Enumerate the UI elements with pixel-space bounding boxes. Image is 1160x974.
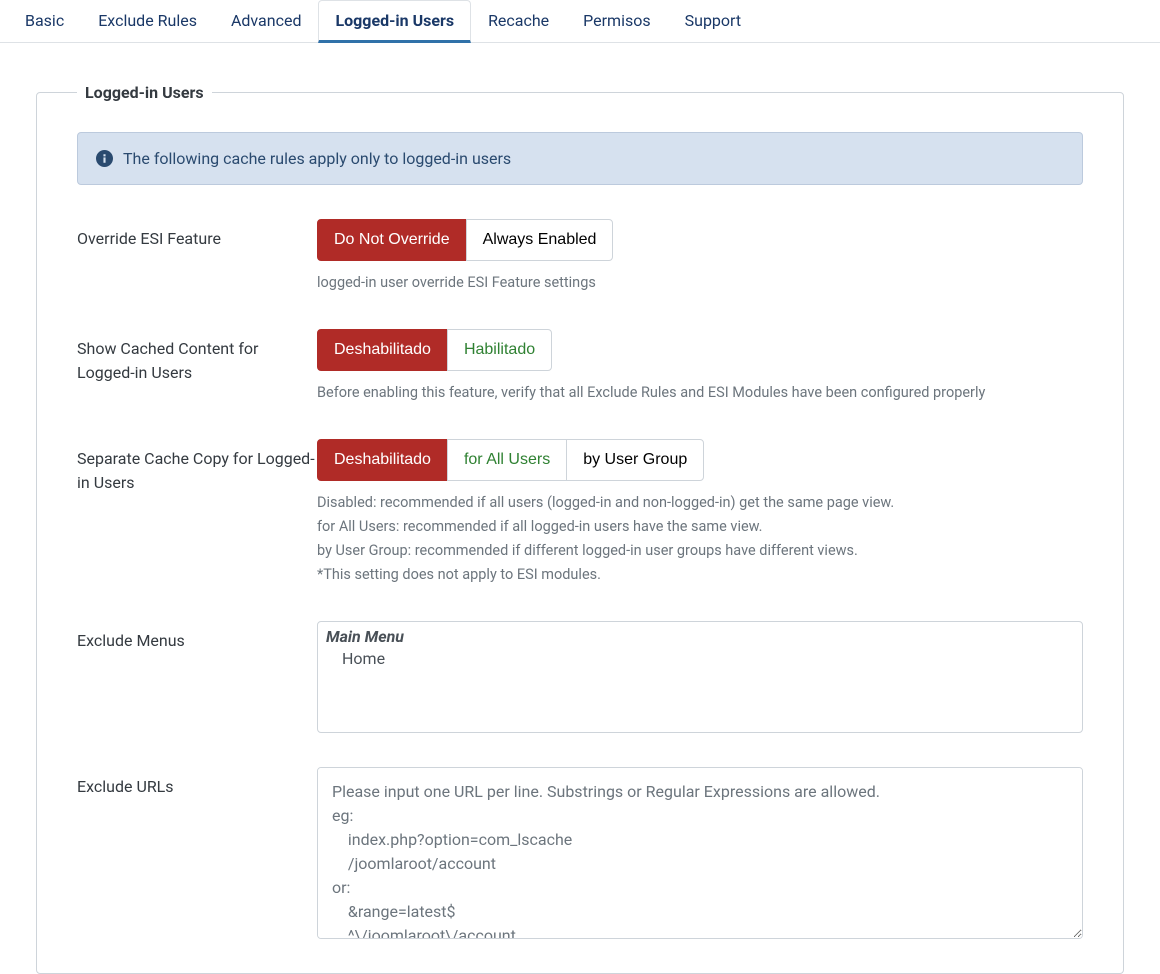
info-icon [96, 150, 113, 167]
override-esi-do-not-override-button[interactable]: Do Not Override [317, 219, 467, 261]
tab-exclude-rules[interactable]: Exclude Rules [81, 0, 214, 43]
separate-copy-group: Deshabilitado for All Users by User Grou… [317, 439, 704, 481]
override-esi-always-enabled-button[interactable]: Always Enabled [466, 219, 614, 261]
tab-support[interactable]: Support [668, 0, 758, 43]
exclude-urls-textarea[interactable] [317, 767, 1083, 939]
logged-in-users-fieldset: Logged-in Users The following cache rule… [36, 83, 1124, 974]
separate-copy-help-line: Disabled: recommended if all users (logg… [317, 491, 1083, 515]
separate-copy-help-line: *This setting does not apply to ESI modu… [317, 563, 1083, 587]
separate-copy-help-line: by User Group: recommended if different … [317, 539, 1083, 563]
separate-copy-by-group-button[interactable]: by User Group [566, 439, 704, 481]
menu-item-home[interactable]: Home [324, 647, 1076, 670]
menu-group-header: Main Menu [324, 626, 1076, 647]
separate-copy-all-users-button[interactable]: for All Users [447, 439, 567, 481]
separate-copy-help-line: for All Users: recommended if all logged… [317, 515, 1083, 539]
separate-copy-disabled-button[interactable]: Deshabilitado [317, 439, 448, 481]
exclude-urls-label: Exclude URLs [77, 767, 317, 799]
show-cached-disabled-button[interactable]: Deshabilitado [317, 329, 448, 371]
tab-permisos[interactable]: Permisos [566, 0, 667, 43]
exclude-menus-listbox[interactable]: Main Menu Home [317, 621, 1083, 733]
show-cached-group: Deshabilitado Habilitado [317, 329, 552, 371]
tab-bar: Basic Exclude Rules Advanced Logged-in U… [0, 0, 1160, 43]
tab-basic[interactable]: Basic [8, 0, 81, 43]
info-alert: The following cache rules apply only to … [77, 132, 1083, 185]
tab-recache[interactable]: Recache [471, 0, 566, 43]
separate-copy-label: Separate Cache Copy for Logged-in Users [77, 439, 317, 495]
override-esi-help: logged-in user override ESI Feature sett… [317, 271, 1083, 295]
separate-copy-help: Disabled: recommended if all users (logg… [317, 491, 1083, 587]
show-cached-label: Show Cached Content for Logged-in Users [77, 329, 317, 385]
override-esi-label: Override ESI Feature [77, 219, 317, 251]
fieldset-legend: Logged-in Users [77, 83, 212, 102]
tab-logged-in-users[interactable]: Logged-in Users [318, 0, 471, 43]
alert-text: The following cache rules apply only to … [123, 149, 511, 168]
override-esi-group: Do Not Override Always Enabled [317, 219, 613, 261]
show-cached-help: Before enabling this feature, verify tha… [317, 381, 1083, 405]
exclude-menus-label: Exclude Menus [77, 621, 317, 653]
show-cached-enabled-button[interactable]: Habilitado [447, 329, 552, 371]
tab-advanced[interactable]: Advanced [214, 0, 319, 43]
